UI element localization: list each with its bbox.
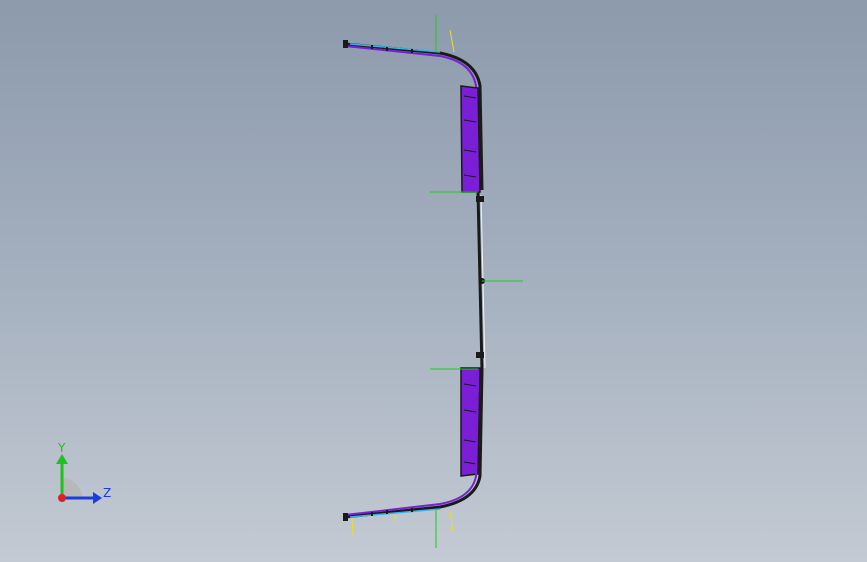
upper-bracket-block[interactable] bbox=[460, 85, 481, 193]
y-axis-label: Y bbox=[57, 441, 66, 455]
z-axis-arrowhead bbox=[93, 492, 102, 504]
z-axis-label: Z bbox=[103, 486, 111, 500]
y-axis-arrowhead bbox=[56, 454, 68, 464]
x-axis-origin bbox=[58, 494, 66, 502]
coordinate-triad[interactable]: Y Z bbox=[40, 440, 130, 510]
sketch-lines bbox=[351, 29, 455, 537]
triad-plane-shade bbox=[62, 478, 82, 498]
model-view[interactable] bbox=[0, 0, 867, 562]
graphics-viewport[interactable]: Y Z bbox=[0, 0, 867, 562]
